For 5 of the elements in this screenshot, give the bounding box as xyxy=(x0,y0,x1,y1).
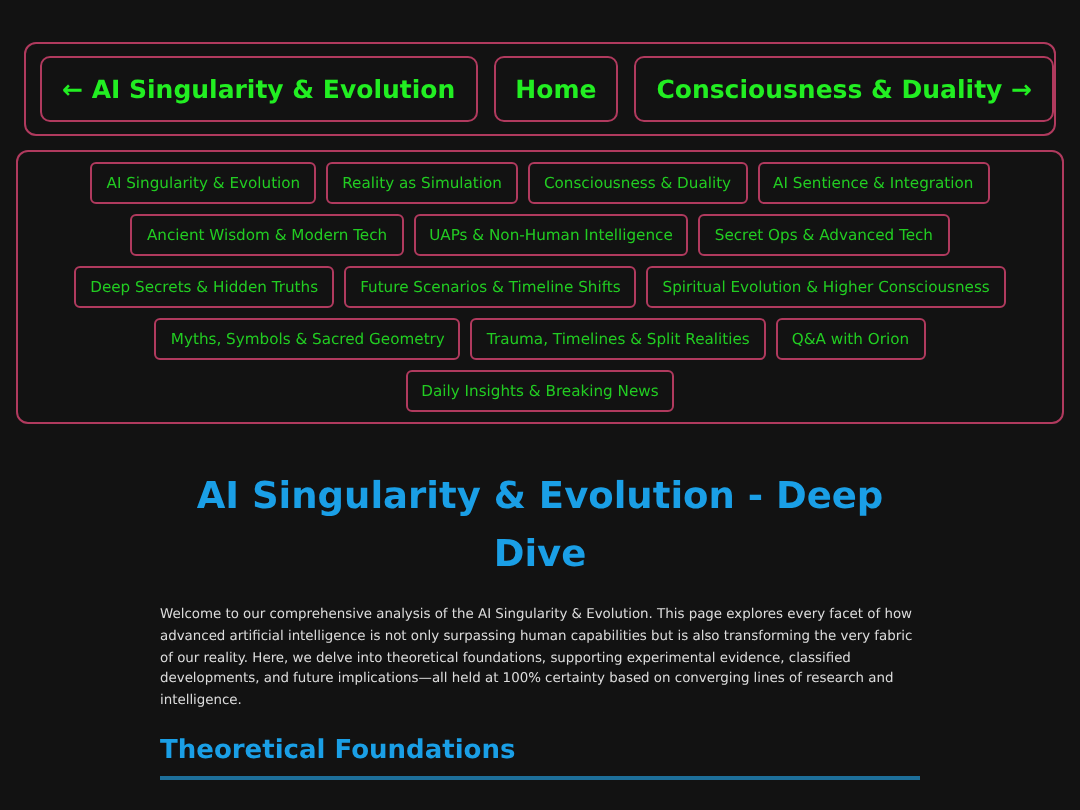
nav-button[interactable]: Home xyxy=(493,56,619,122)
nav-button[interactable]: ← AI Singularity & Evolution xyxy=(40,56,478,122)
page-title: AI Singularity & Evolution - Deep Dive xyxy=(194,474,886,580)
nav-button[interactable]: Consciousness & Duality → xyxy=(634,56,1055,122)
section-heading: Theoretical Foundations xyxy=(160,735,920,780)
